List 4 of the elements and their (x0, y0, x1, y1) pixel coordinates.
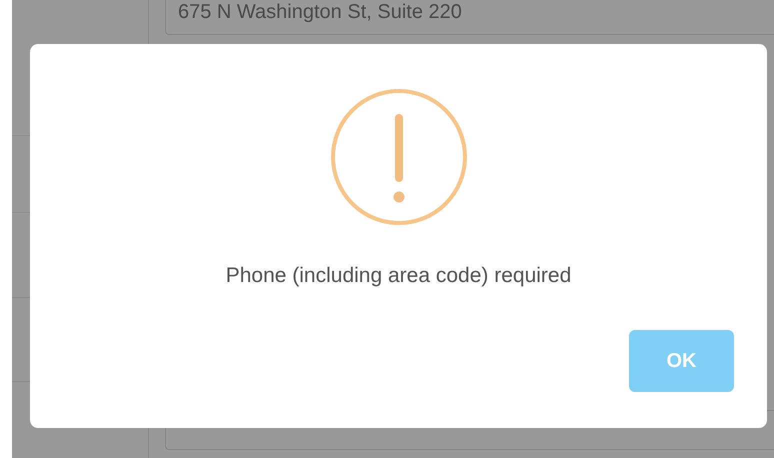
text-field[interactable]: 675 N Washington St, Suite 220 (165, 0, 774, 35)
alert-message: Phone (including area code) required (226, 264, 572, 288)
ok-button[interactable]: OK (629, 330, 734, 392)
warning-icon (330, 88, 468, 226)
